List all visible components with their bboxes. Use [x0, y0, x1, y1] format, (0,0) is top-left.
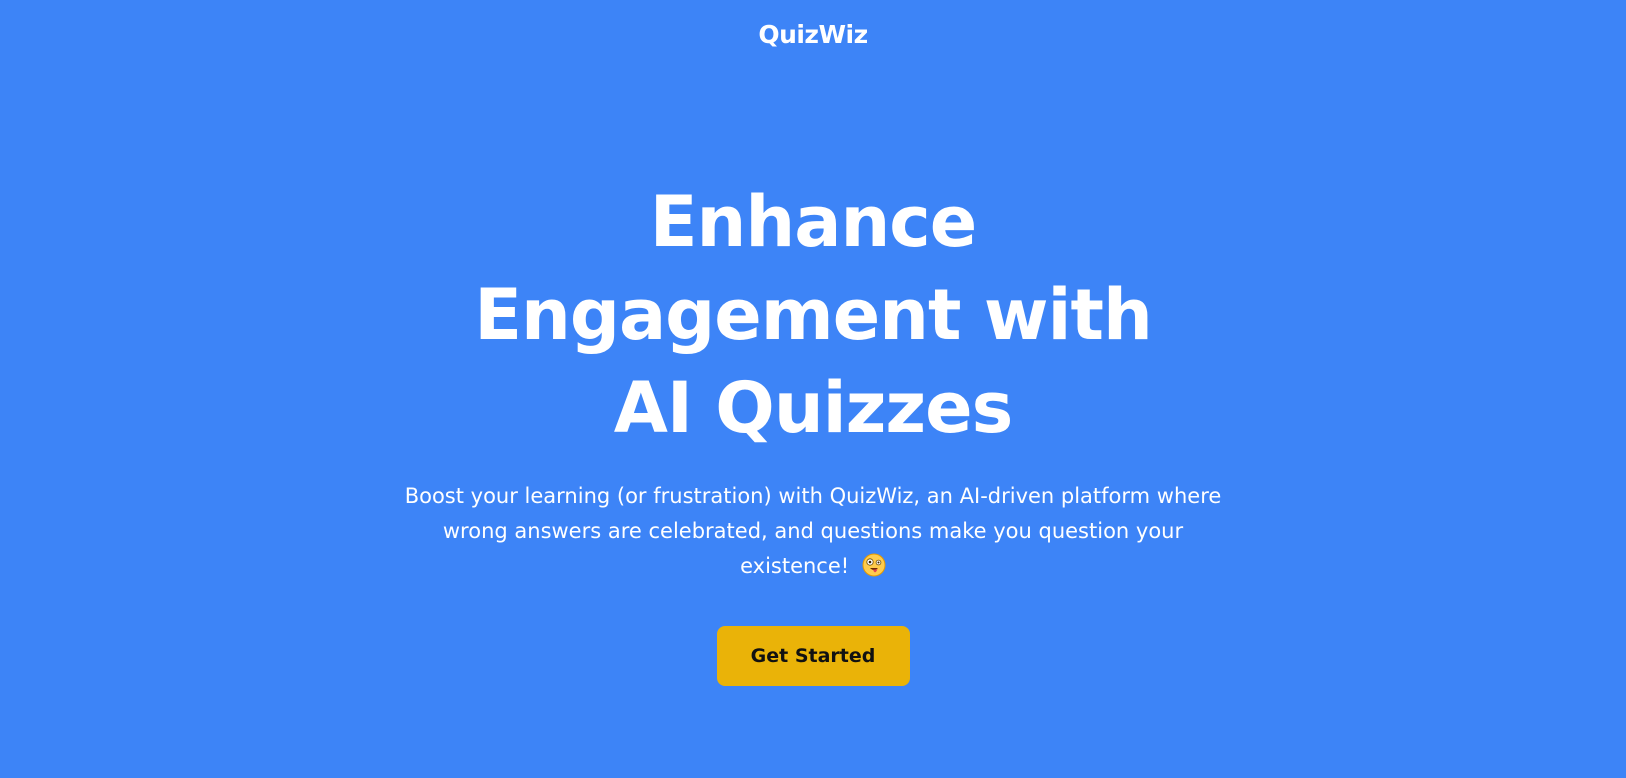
hero-title-line-1: Enhance: [649, 181, 978, 263]
zany-face-emoji-icon: [862, 553, 886, 577]
hero-title: Enhance Engagement with AI Quizzes: [463, 176, 1163, 455]
hero-section: Enhance Engagement with AI Quizzes Boost…: [0, 176, 1626, 686]
brand-logo[interactable]: QuizWiz: [0, 20, 1626, 49]
hero-title-line-2: Engagement with: [474, 274, 1153, 356]
hero-subtitle: Boost your learning (or frustration) wit…: [388, 479, 1238, 584]
hero-title-line-3: AI Quizzes: [613, 367, 1014, 449]
get-started-button[interactable]: Get Started: [716, 626, 910, 686]
hero-subtitle-text: Boost your learning (or frustration) wit…: [404, 484, 1222, 578]
